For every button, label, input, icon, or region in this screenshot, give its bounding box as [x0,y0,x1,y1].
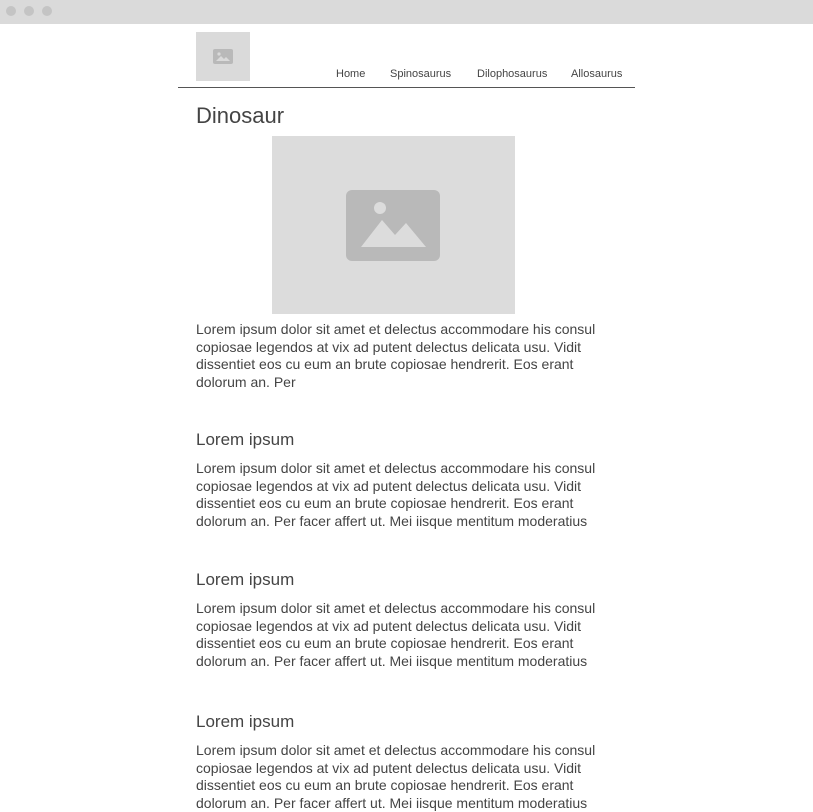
section-paragraph: Lorem ipsum dolor sit amet et delectus a… [196,600,596,669]
section-paragraph: Lorem ipsum dolor sit amet et delectus a… [196,460,596,529]
nav-spinosaurus[interactable]: Spinosaurus [390,68,451,80]
nav-home[interactable]: Home [336,68,365,80]
window-titlebar [0,0,813,24]
image-placeholder-icon [346,190,440,261]
window-minimize-dot[interactable] [24,6,34,16]
window-close-dot[interactable] [6,6,16,16]
hero-image-placeholder [272,136,515,314]
site-header: Home Spinosaurus Dilophosaurus Allosauru… [178,24,635,88]
page-title: Dinosaur [196,103,285,128]
section-heading: Lorem ipsum [196,430,295,449]
section-heading: Lorem ipsum [196,570,295,589]
section-paragraph: Lorem ipsum dolor sit amet et delectus a… [196,742,596,811]
intro-paragraph: Lorem ipsum dolor sit amet et delectus a… [196,321,596,390]
nav-dilophosaurus[interactable]: Dilophosaurus [477,68,547,80]
image-placeholder-icon [213,49,233,64]
logo-placeholder[interactable] [196,32,250,81]
nav-allosaurus[interactable]: Allosaurus [571,68,622,80]
window-maximize-dot[interactable] [42,6,52,16]
section-heading: Lorem ipsum [196,712,295,731]
